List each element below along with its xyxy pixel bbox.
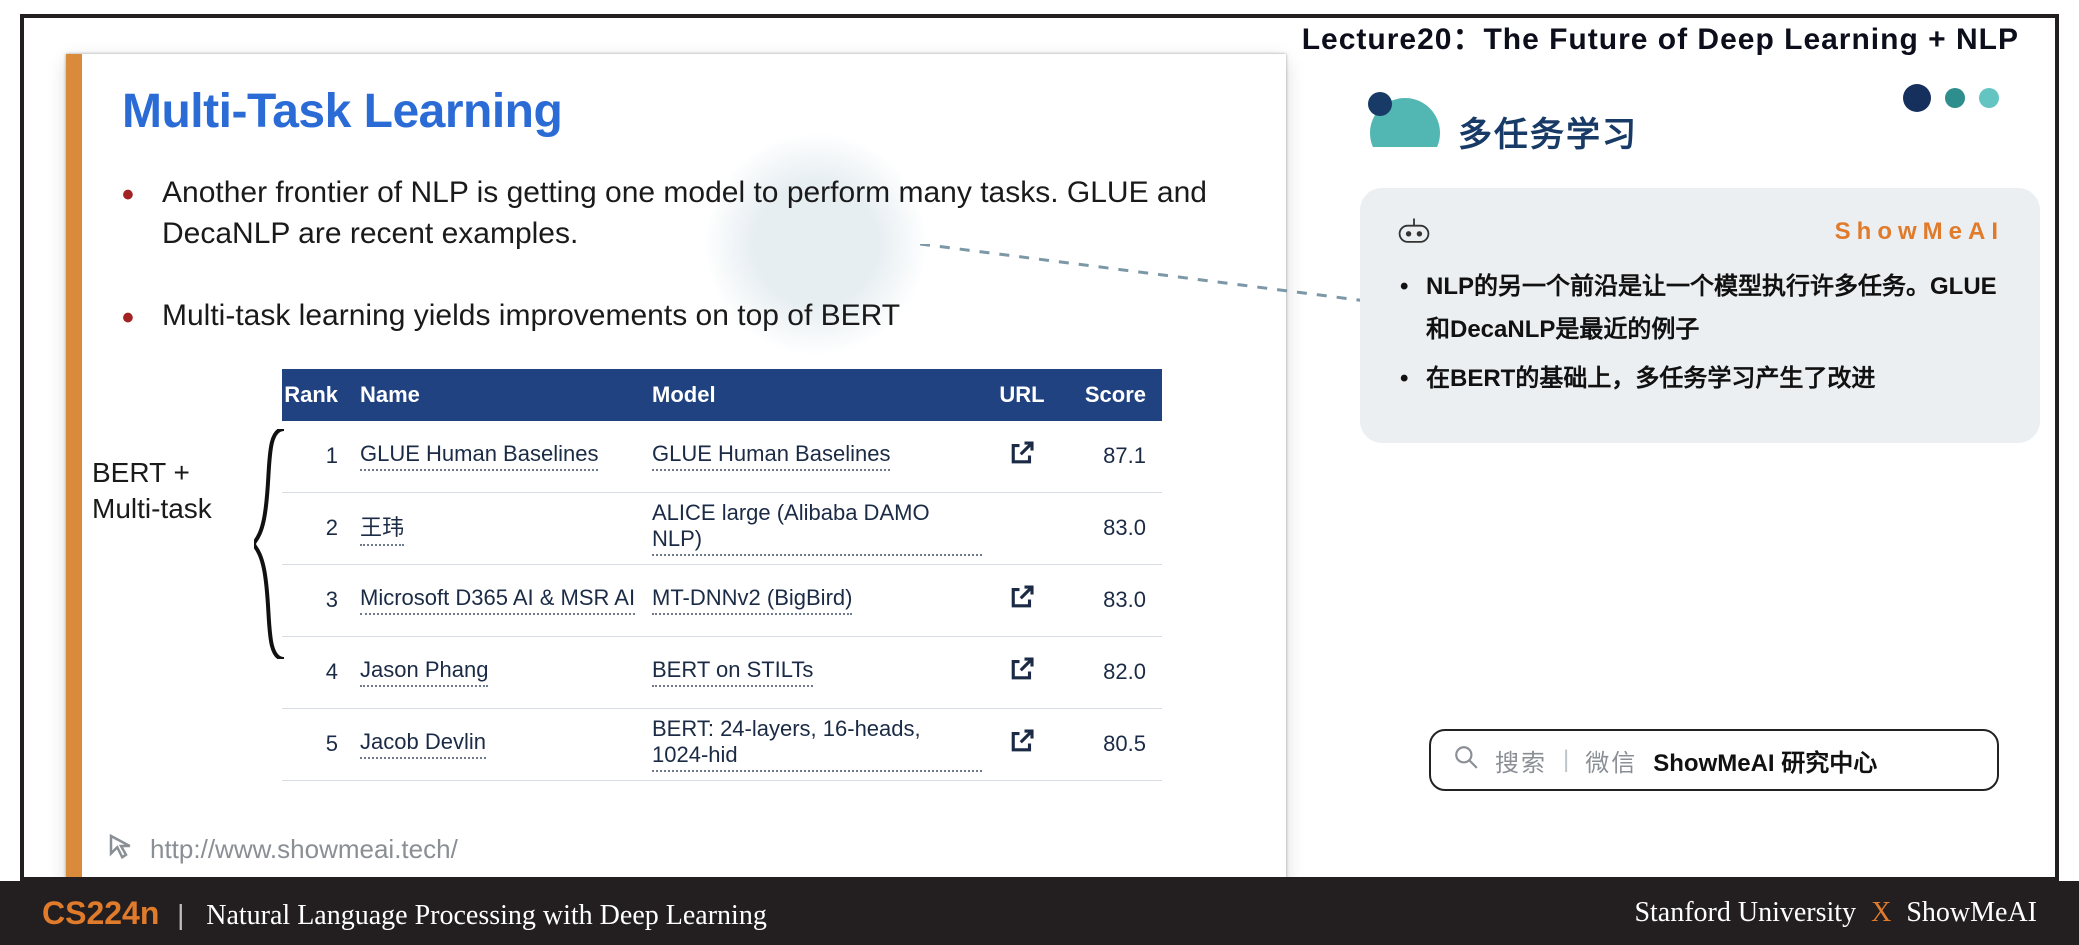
slide-footer: http://www.showmeai.tech/ (106, 831, 458, 868)
cursor-icon (106, 831, 136, 868)
cell-rank: 5 (282, 731, 352, 757)
table-row: 3Microsoft D365 AI & MSR AIMT-DNNv2 (Big… (282, 565, 1162, 637)
cell-score: 82.0 (1062, 659, 1162, 685)
lecture-title: Lecture20：The Future of Deep Learning + … (1302, 14, 2019, 58)
table-row: 5Jacob DevlinBERT: 24-layers, 16-heads, … (282, 709, 1162, 781)
cell-rank: 2 (282, 515, 352, 541)
col-url: URL (982, 382, 1062, 408)
cell-score: 83.0 (1062, 587, 1162, 613)
cell-name: Jacob Devlin (352, 729, 652, 759)
title-bubble-icon (1370, 98, 1440, 164)
curly-brace-icon (254, 429, 288, 659)
cell-name: 王玮 (352, 510, 652, 546)
cell-score: 87.1 (1062, 443, 1162, 469)
right-title: 多任务学习 (1458, 107, 1638, 156)
university-name: Stanford University (1634, 897, 1856, 928)
cell-url[interactable] (982, 726, 1062, 762)
cell-model: BERT: 24-layers, 16-heads, 1024-hid (652, 716, 982, 772)
bullet-item: Multi-task learning yields improvements … (122, 296, 1256, 337)
leaderboard: BERT + Multi-task Rank Name Model URL Sc… (282, 369, 1162, 781)
cell-rank: 1 (282, 443, 352, 469)
org-name: ShowMeAI (1906, 897, 2037, 928)
slide-title: Multi-Task Learning (122, 84, 1256, 139)
right-title-wrap: 多任务学习 (1370, 98, 1638, 164)
cell-name: Jason Phang (352, 657, 652, 687)
cell-model: GLUE Human Baselines (652, 441, 982, 471)
translation-item: 在BERT的基础上，多任务学习产生了改进 (1396, 357, 2004, 400)
cell-name: GLUE Human Baselines (352, 441, 652, 471)
slide-bullets: Another frontier of NLP is getting one m… (122, 173, 1256, 337)
bullet-item: Another frontier of NLP is getting one m… (122, 173, 1256, 254)
cell-url[interactable] (982, 582, 1062, 618)
translation-bullets: NLP的另一个前沿是让一个模型执行许多任务。GLUE 和DecaNLP是最近的例… (1396, 265, 2004, 401)
col-model: Model (652, 382, 982, 408)
search-icon (1453, 744, 1479, 777)
page: Lecture20：The Future of Deep Learning + … (0, 0, 2079, 945)
col-rank: Rank (282, 382, 352, 408)
table-row: 4Jason PhangBERT on STILTs 82.0 (282, 637, 1162, 709)
cell-model: BERT on STILTs (652, 657, 982, 687)
table-row: 1GLUE Human BaselinesGLUE Human Baseline… (282, 421, 1162, 493)
robot-icon (1396, 218, 1432, 251)
cell-score: 83.0 (1062, 515, 1162, 541)
leaderboard-side-annotation: BERT + Multi-task (92, 455, 262, 528)
search-hint-2: 微信 (1585, 743, 1637, 778)
search-hint-1: 搜索 (1495, 743, 1547, 778)
bottom-bar: CS224n | Natural Language Processing wit… (0, 881, 2079, 945)
search-pill[interactable]: 搜索 | 微信 ShowMeAI 研究中心 (1429, 729, 1999, 791)
cell-rank: 3 (282, 587, 352, 613)
header-decor-dots (1889, 84, 1999, 112)
bottom-left: CS224n | Natural Language Processing wit… (42, 895, 767, 932)
slide-accent-bar (66, 54, 82, 884)
brand-label: ShowMeAI (1835, 218, 2004, 246)
search-divider: | (1563, 746, 1569, 774)
cell-name: Microsoft D365 AI & MSR AI (352, 585, 652, 615)
translation-card: ShowMeAI NLP的另一个前沿是让一个模型执行许多任务。GLUE 和Dec… (1360, 188, 2040, 443)
content-frame: Lecture20：The Future of Deep Learning + … (20, 14, 2059, 881)
cell-url[interactable] (982, 654, 1062, 690)
collab-x: X (1871, 897, 1891, 928)
search-strong: ShowMeAI 研究中心 (1653, 743, 1877, 778)
col-score: Score (1062, 382, 1162, 408)
cell-model: ALICE large (Alibaba DAMO NLP) (652, 500, 982, 556)
cell-rank: 4 (282, 659, 352, 685)
course-subtitle: Natural Language Processing with Deep Le… (206, 900, 767, 931)
slide-footer-link[interactable]: http://www.showmeai.tech/ (150, 834, 458, 865)
cell-score: 80.5 (1062, 731, 1162, 757)
slide-card: Multi-Task Learning Another frontier of … (66, 54, 1286, 884)
cell-model: MT-DNNv2 (BigBird) (652, 585, 982, 615)
course-code: CS224n (42, 895, 159, 931)
bottom-right: Stanford University X ShowMeAI (1634, 897, 2037, 929)
translation-item: NLP的另一个前沿是让一个模型执行许多任务。GLUE 和DecaNLP是最近的例… (1396, 265, 2004, 351)
table-row: 2王玮ALICE large (Alibaba DAMO NLP) 83.0 (282, 493, 1162, 565)
leaderboard-header: Rank Name Model URL Score (282, 369, 1162, 421)
cell-url[interactable] (982, 438, 1062, 474)
col-name: Name (352, 382, 652, 408)
